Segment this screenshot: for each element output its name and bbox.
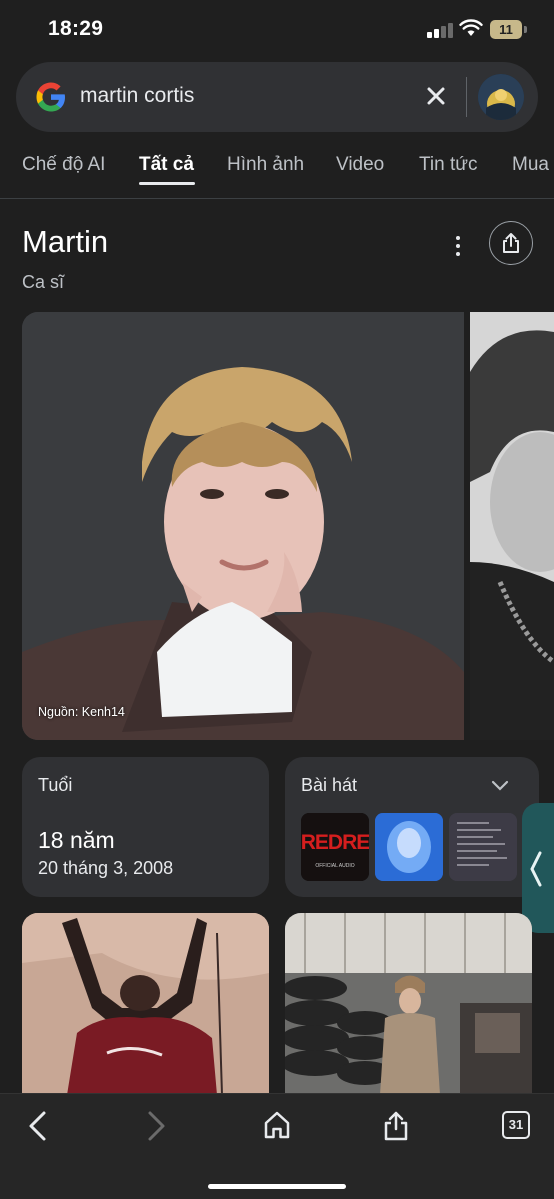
search-bar[interactable]: martin cortis xyxy=(16,62,538,132)
back-icon[interactable] xyxy=(26,1110,50,1142)
battery-indicator: 11 xyxy=(490,20,522,39)
birth-date: 20 tháng 3, 2008 xyxy=(38,858,174,878)
tabs-icon[interactable]: 31 xyxy=(502,1111,530,1139)
status-time: 18:29 xyxy=(48,17,104,40)
avatar[interactable] xyxy=(478,74,524,120)
search-tabs: Chế độ AI Tất cả Hình ảnh Video Tin tức … xyxy=(0,142,554,198)
song-thumbnail-1[interactable]: REDRE OFFICIAL AUDIO xyxy=(301,813,369,881)
forward-icon[interactable] xyxy=(144,1110,168,1142)
chevron-left-icon xyxy=(530,851,542,887)
secondary-photo[interactable] xyxy=(470,312,554,740)
google-logo-icon xyxy=(36,82,65,112)
song-thumbnail-3[interactable] xyxy=(449,813,517,881)
close-icon[interactable] xyxy=(422,82,450,110)
battery-cap xyxy=(524,26,527,33)
songs-card[interactable]: Bài hát REDRE OFFICIAL AUDIO xyxy=(285,757,539,897)
divider xyxy=(0,198,554,199)
main-photo[interactable]: Nguồn: Kenh14 xyxy=(22,312,464,740)
age-value: 18 năm xyxy=(38,827,115,853)
search-input[interactable]: martin cortis xyxy=(80,84,194,108)
tab-news[interactable]: Tin tức xyxy=(419,154,477,176)
entity-subtitle: Ca sĩ xyxy=(22,272,65,292)
songs-label: Bài hát xyxy=(301,775,358,795)
age-card[interactable]: Tuổi 18 năm 20 tháng 3, 2008 xyxy=(22,757,269,897)
tab-shopping[interactable]: Mua xyxy=(512,154,549,176)
side-panel-handle[interactable] xyxy=(522,803,554,933)
status-bar: 18:29 11 xyxy=(0,0,554,60)
tab-all[interactable]: Tất cả xyxy=(139,154,194,176)
song-thumbnail-2[interactable] xyxy=(375,813,443,881)
tab-ai-mode[interactable]: Chế độ AI xyxy=(22,154,105,176)
song-thumbnail-1-title: REDRE xyxy=(301,831,369,854)
page-title: Martin xyxy=(22,224,109,259)
related-photo-2[interactable] xyxy=(285,913,532,1095)
share-icon xyxy=(503,233,519,253)
tab-images[interactable]: Hình ảnh xyxy=(227,154,304,176)
related-photo-1[interactable] xyxy=(22,913,269,1095)
more-vert-icon[interactable] xyxy=(446,232,470,260)
song-thumbnail-1-caption: OFFICIAL AUDIO xyxy=(315,863,355,869)
image-credit: Nguồn: Kenh14 xyxy=(38,705,125,719)
tab-video[interactable]: Video xyxy=(336,154,384,176)
home-indicator[interactable] xyxy=(208,1184,346,1189)
share-button[interactable] xyxy=(489,221,533,265)
signal-icon xyxy=(427,22,453,38)
chevron-down-icon[interactable] xyxy=(490,777,510,793)
share-icon[interactable] xyxy=(383,1110,409,1142)
search-separator xyxy=(466,77,467,117)
tab-active-indicator xyxy=(139,182,195,185)
wifi-icon xyxy=(459,19,483,36)
age-label: Tuổi xyxy=(38,775,73,795)
home-icon[interactable] xyxy=(263,1110,291,1140)
